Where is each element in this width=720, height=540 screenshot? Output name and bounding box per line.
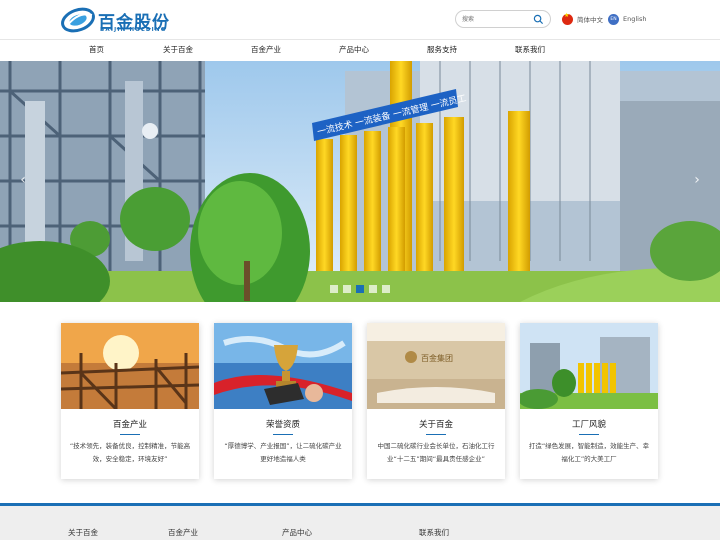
language-english[interactable]: EN English <box>608 12 646 26</box>
card-divider <box>579 434 599 435</box>
nav-industry[interactable]: 百金产业 <box>251 44 281 55</box>
footer-link-products[interactable]: 产品中心 <box>282 527 312 538</box>
card-industry-image <box>61 323 199 409</box>
banner-dot[interactable] <box>343 285 351 293</box>
english-badge-icon: EN <box>608 13 619 25</box>
banner-dot[interactable] <box>330 285 338 293</box>
card-about[interactable]: 百金集团 关于百金 中国二硫化碳行业会长单位，石油化工行业“十二五”期间“最具责… <box>367 323 505 479</box>
card-factory[interactable]: 工厂风貌 打造“绿色发展，智能制造，效能生产、幸福化工”的大美工厂 <box>520 323 658 479</box>
banner-image: 一流技术 一流装备 一流管理 一流员工 <box>0 61 720 302</box>
card-description: “厚德博学、产业报国”，让二硫化碳产业更好地造福人类 <box>224 442 342 463</box>
banner-dot[interactable] <box>369 285 377 293</box>
language-english-label: English <box>623 15 647 23</box>
card-description: 打造“绿色发展，智能制造，效能生产、幸福化工”的大美工厂 <box>528 442 650 463</box>
card-description: “技术领先，装备优良，控制精准，节能高效，安全稳定，环境友好” <box>69 442 191 463</box>
logo-mark-icon <box>61 7 95 33</box>
language-chinese[interactable]: 简体中文 <box>562 12 603 26</box>
nav-products[interactable]: 产品中心 <box>339 44 369 55</box>
banner-dot-active[interactable] <box>356 285 364 293</box>
card-divider <box>273 434 293 435</box>
footer-link-about[interactable]: 关于百金 <box>68 527 98 538</box>
hero-banner: 一流技术 一流装备 一流管理 一流员工 ‹ › <box>0 61 720 302</box>
card-title: 关于百金 <box>418 420 453 430</box>
banner-dot[interactable] <box>382 285 390 293</box>
nav-about[interactable]: 关于百金 <box>163 44 193 55</box>
card-honors-image <box>214 323 352 409</box>
nav-contact[interactable]: 联系我们 <box>515 44 545 55</box>
card-title: 工厂风貌 <box>571 420 606 430</box>
language-chinese-label: 简体中文 <box>577 16 603 24</box>
reception-sign-text: 百金集团 <box>421 353 453 363</box>
banner-next-arrow-icon[interactable]: › <box>690 169 704 191</box>
main-nav: 首页 关于百金 百金产业 产品中心 服务支持 联系我们 <box>0 39 720 61</box>
card-honors[interactable]: 荣誉资质 “厚德博学、产业报国”，让二硫化碳产业更好地造福人类 <box>214 323 352 479</box>
banner-prev-arrow-icon[interactable]: ‹ <box>16 169 30 191</box>
footer-link-contact[interactable]: 联系我们 <box>419 527 449 538</box>
logo-name-en: BAIJIN HOLDING <box>100 27 167 33</box>
card-divider <box>426 434 446 435</box>
nav-home[interactable]: 首页 <box>89 44 104 55</box>
china-flag-icon <box>562 12 573 25</box>
card-about-image: 百金集团 <box>367 323 505 409</box>
brand-logo[interactable]: 百金股份 BAIJIN HOLDING <box>60 5 172 35</box>
nav-support[interactable]: 服务支持 <box>427 44 457 55</box>
card-industry[interactable]: 百金产业 “技术领先，装备优良，控制精准，节能高效，安全稳定，环境友好” <box>61 323 199 479</box>
card-title: 荣誉资质 <box>265 420 300 430</box>
site-footer: 关于百金 百金产业 产品中心 联系我们 <box>0 503 720 540</box>
site-header: 百金股份 BAIJIN HOLDING 简体中文 EN English <box>0 0 720 40</box>
card-factory-image <box>520 323 658 409</box>
search-box <box>455 10 551 28</box>
card-divider <box>120 434 140 435</box>
search-icon[interactable] <box>533 14 544 25</box>
footer-link-industry[interactable]: 百金产业 <box>168 527 198 538</box>
banner-pagination <box>330 285 390 293</box>
card-description: 中国二硫化碳行业会长单位，石油化工行业“十二五”期间“最具责任感企业” <box>377 442 495 463</box>
search-input[interactable] <box>462 13 532 25</box>
card-title: 百金产业 <box>112 420 147 430</box>
